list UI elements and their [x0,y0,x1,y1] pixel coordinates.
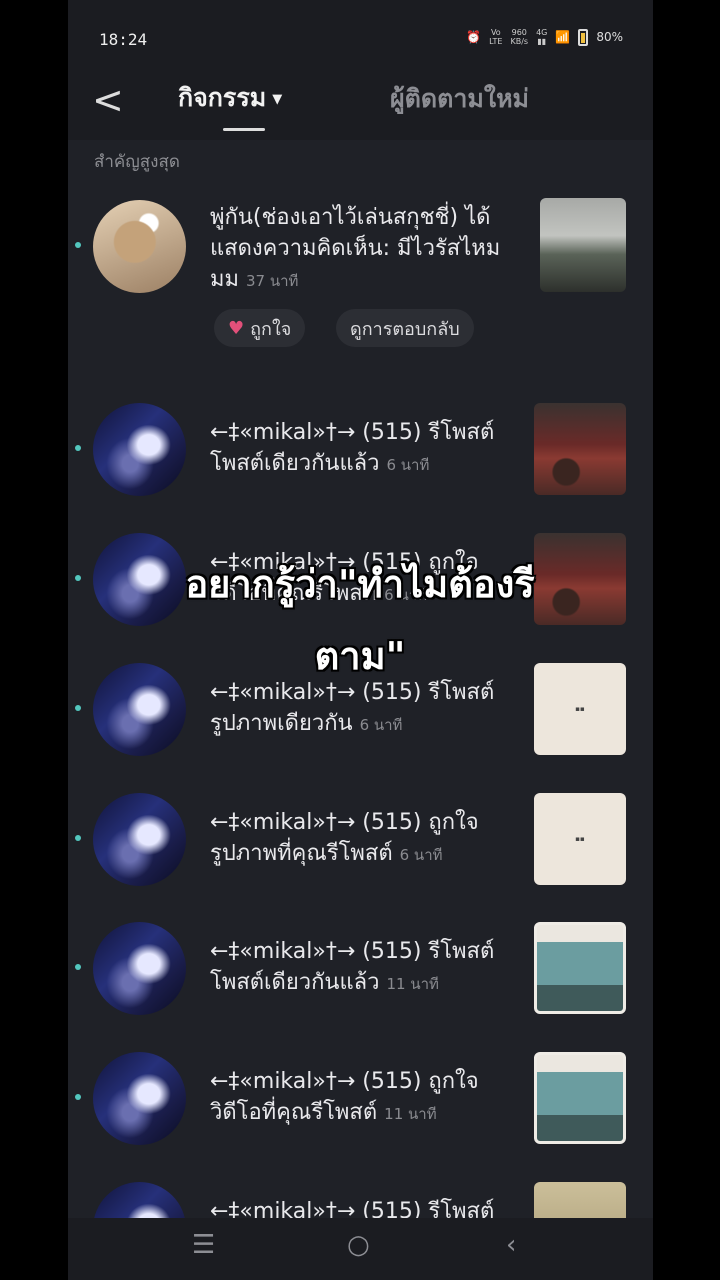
tab-new-followers[interactable]: ผู้ติดตามใหม่ [390,79,529,119]
activity-text: ←‡«mikal»†→ (515) รีโพสต์โพสต์เดียวกันแล… [210,939,495,995]
unread-dot [75,445,81,451]
activity-text: ←‡«mikal»†→ (515) ถูกใจวิดีโอที่คุณรีโพส… [210,1069,479,1125]
active-tab-indicator [223,128,265,131]
thumbnail-text: ▪▪ [575,835,585,843]
post-thumbnail[interactable] [534,922,626,1014]
status-time: 18:24 [99,30,148,49]
home-circle-icon[interactable]: ○ [347,1230,370,1260]
post-thumbnail[interactable]: ▪▪ [534,793,626,885]
avatar[interactable] [93,403,186,496]
back-nav-icon[interactable]: ‹ [506,1230,516,1260]
activity-text: ←‡«mikal»†→ (515) รีโพสต์โพสต์เดียวกันแล… [210,420,495,476]
activity-text: พู่กัน(ช่องเอาไว้เล่นสกุชชี่) ได้แสดงควา… [210,205,501,292]
status-icons: ⏰ Vo LTE 960 KB/s 4G ▮▮ 📶 80% [466,28,623,46]
avatar[interactable] [93,1182,186,1218]
activity-text: ←‡«mikal»†→ (515) ถูกใจรูปภาพที่คุณรีโพส… [210,810,479,866]
wifi-icon: 📶 [555,30,571,44]
unread-dot [75,835,81,841]
list-item[interactable]: ←‡«mikal»†→ (515) รีโพสต์ [68,1182,653,1218]
tab-activity-label: กิจกรรม [178,83,267,112]
unread-dot [75,1094,81,1100]
status-bar: 18:24 ⏰ Vo LTE 960 KB/s 4G ▮▮ 📶 80% [68,0,653,78]
heart-icon: ♥ [228,317,245,339]
post-thumbnail[interactable] [534,1182,626,1218]
section-title: สำคัญสูงสุด [94,152,180,172]
thumbnail-text: ▪▪ [575,705,585,713]
battery-icon [578,28,589,46]
system-nav-bar: ☰ ○ ‹ [68,1218,653,1280]
dropdown-caret-icon: ▼ [272,91,283,107]
speed-icon: 960 KB/s [510,28,529,46]
alarm-icon: ⏰ [466,30,482,44]
activity-text: ←‡«mikal»†→ (515) รีโพสต์ [210,1199,495,1218]
signal-4g-icon: 4G ▮▮ [536,28,548,46]
volte-icon: Vo LTE [489,28,503,46]
menu-icon[interactable]: ☰ [192,1230,215,1260]
back-chevron-icon[interactable]: < [92,78,124,122]
battery-percent: 80% [596,30,623,44]
avatar[interactable] [93,922,186,1015]
unread-dot [75,242,81,248]
post-thumbnail[interactable] [534,403,626,495]
post-thumbnail[interactable] [540,198,626,292]
unread-dot [75,705,81,711]
tab-activity[interactable]: กิจกรรม ▼ [178,78,282,118]
unread-dot [75,964,81,970]
view-replies-button[interactable]: ดูการตอบกลับ [336,309,474,347]
post-thumbnail[interactable] [534,1052,626,1144]
like-button[interactable]: ♥ ถูกใจ [214,309,306,347]
video-caption-overlay: อยากรู้ว่า"ทำไมต้องรีตาม" [185,562,535,678]
avatar[interactable] [93,793,186,886]
avatar[interactable] [93,200,186,293]
top-header: < กิจกรรม ▼ ผู้ติดตามใหม่ [68,70,653,140]
avatar[interactable] [93,1052,186,1145]
